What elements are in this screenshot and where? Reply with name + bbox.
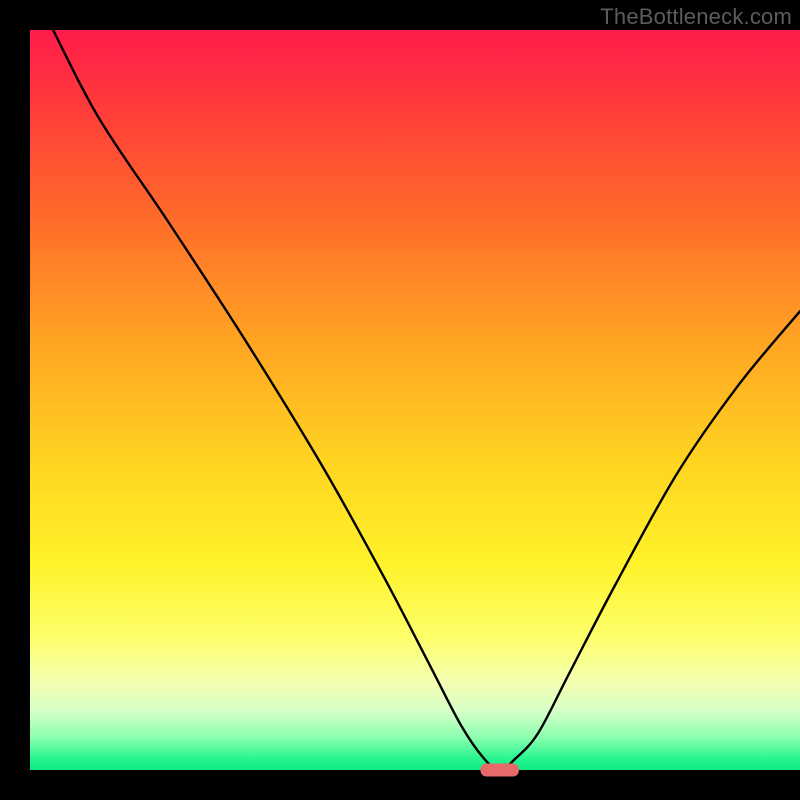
chart-frame: TheBottleneck.com [0, 0, 800, 800]
watermark-text: TheBottleneck.com [600, 4, 792, 30]
plot-background [30, 30, 800, 770]
bottleneck-chart [0, 0, 800, 800]
minimum-marker [480, 764, 519, 777]
